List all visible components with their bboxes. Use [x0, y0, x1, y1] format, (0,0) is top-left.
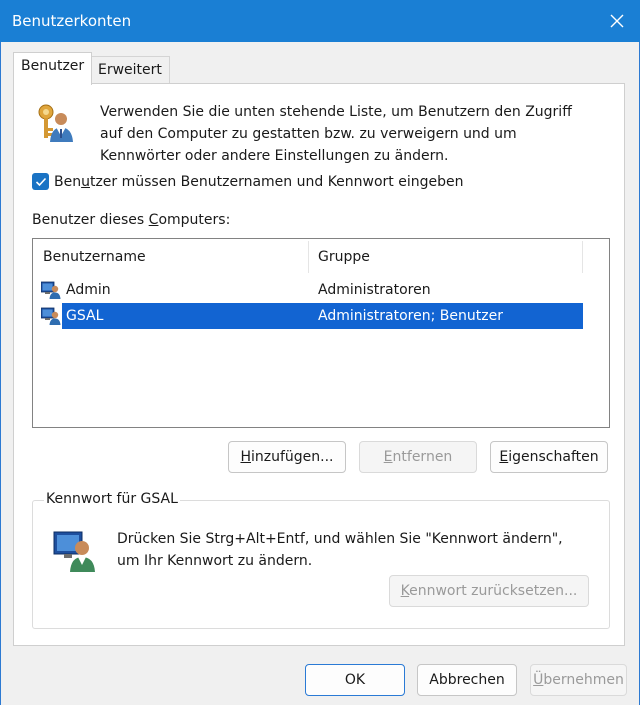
column-header-username[interactable]: Benutzername: [43, 239, 146, 275]
window-title: Benutzerkonten: [12, 12, 132, 30]
instruction-line-1: Drücken Sie Strg+Alt+Entf, und wählen Si…: [117, 531, 563, 547]
accelerator-key: C: [148, 212, 159, 228]
group-cell: Administratoren: [318, 282, 431, 298]
properties-button[interactable]: Eigenschaften: [490, 441, 608, 473]
cancel-button[interactable]: Abbrechen: [417, 664, 517, 696]
column-divider[interactable]: [582, 241, 583, 273]
user-computer-icon: [52, 528, 98, 578]
title-bar: Benutzerkonten: [0, 0, 640, 42]
checkmark-icon: [35, 177, 46, 186]
tab-erweitert[interactable]: Erweitert: [90, 56, 170, 84]
intro-line-1: Verwenden Sie die unten stehende Liste, …: [100, 104, 572, 120]
close-button[interactable]: [594, 0, 640, 42]
remove-user-button[interactable]: Entfernen: [359, 441, 477, 473]
group-cell: Administratoren; Benutzer: [318, 308, 503, 324]
username-cell: GSAL: [66, 308, 104, 324]
instruction-line-2: um Ihr Kennwort zu ändern.: [117, 553, 313, 569]
user-computer-icon: [40, 307, 61, 334]
ok-button[interactable]: OK: [305, 664, 405, 696]
intro-line-2: auf den Computer zu gestatten bzw. zu ve…: [100, 126, 517, 142]
label-part: ennwort zurücksetzen...: [409, 583, 578, 599]
accelerator-key: K: [400, 583, 410, 599]
accelerator-key: u: [81, 173, 90, 190]
tab-label: Erweitert: [98, 62, 162, 78]
label-part: bernehmen: [543, 672, 624, 688]
add-user-button[interactable]: Hinzufügen...: [228, 441, 346, 473]
table-row-selected[interactable]: GSAL Administratoren; Benutzer: [33, 303, 583, 329]
password-instructions: Drücken Sie Strg+Alt+Entf, und wählen Si…: [117, 528, 597, 572]
require-password-label: Benutzer müssen Benutzernamen und Kennwo…: [54, 174, 464, 190]
intro-line-3: Kennwörter oder andere Einstellungen zu …: [100, 148, 449, 164]
username-cell: Admin: [66, 282, 111, 298]
label-part: inzufügen...: [251, 449, 334, 465]
users-list-label: Benutzer dieses Computers:: [32, 212, 230, 228]
users-keys-icon: [32, 102, 78, 152]
label-part: omputers:: [158, 212, 231, 228]
label-part: Benutzer dieses: [32, 212, 149, 228]
tab-benutzer[interactable]: Benutzer: [13, 52, 93, 85]
accelerator-key: H: [240, 449, 251, 465]
label-part: Ben: [54, 173, 82, 190]
table-row[interactable]: Admin Administratoren: [33, 277, 583, 303]
password-groupbox-title: Kennwort für GSAL: [44, 491, 180, 507]
column-divider[interactable]: [308, 241, 309, 273]
intro-description: Verwenden Sie die unten stehende Liste, …: [100, 101, 600, 167]
label-part: igenschaften: [508, 449, 599, 465]
apply-button[interactable]: Übernehmen: [530, 664, 627, 696]
accelerator-key: Ü: [533, 672, 544, 688]
reset-password-button[interactable]: Kennwort zurücksetzen...: [389, 575, 589, 607]
label-part: ntfernen: [392, 449, 453, 465]
user-list[interactable]: Benutzername Gruppe Admin Administratore…: [32, 238, 610, 428]
label-part: tzer müssen Benutzernamen und Kennwort e…: [89, 173, 464, 190]
column-header-group[interactable]: Gruppe: [318, 239, 370, 275]
require-password-checkbox[interactable]: [32, 173, 49, 190]
tab-label: Benutzer: [21, 58, 85, 74]
accelerator-key: E: [499, 449, 509, 465]
accelerator-key: E: [383, 449, 393, 465]
require-password-checkbox-row[interactable]: Benutzer müssen Benutzernamen und Kennwo…: [32, 173, 464, 190]
close-icon: [610, 14, 624, 28]
